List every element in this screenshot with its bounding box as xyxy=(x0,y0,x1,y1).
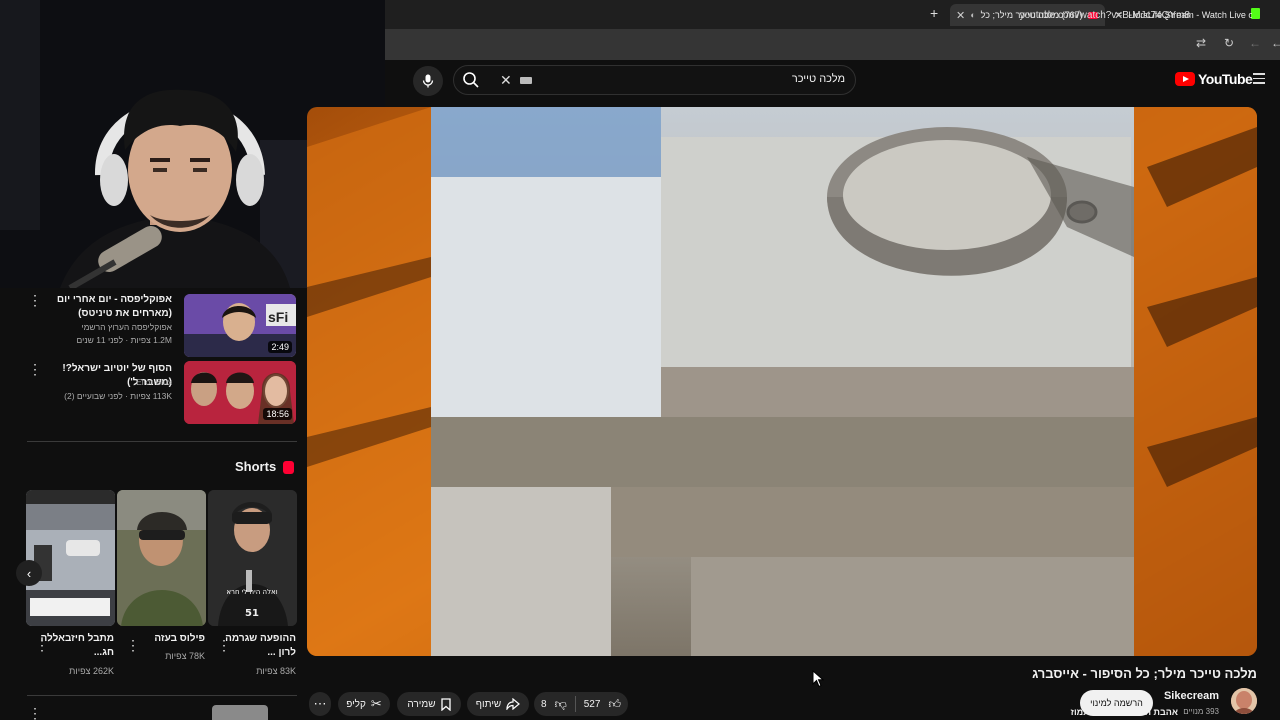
search-icon xyxy=(463,72,479,88)
like-icon[interactable]: 👍︎ xyxy=(608,697,621,712)
svg-text:51: 51 xyxy=(245,608,259,619)
video-thumbnail[interactable]: 18:56 xyxy=(184,361,296,424)
video-thumbnail[interactable] xyxy=(212,705,268,720)
search-button[interactable] xyxy=(462,71,480,94)
reload-icon[interactable]: ↻ xyxy=(1224,36,1234,50)
short-title[interactable]: ההופעה שגרמה לרון ... xyxy=(220,632,296,660)
short-views: 83K צפיות xyxy=(256,666,296,676)
search-input[interactable]: מלכה טייכר xyxy=(792,73,845,85)
share-label: שיתוף xyxy=(475,698,502,710)
screen: ✕ LiorsLife Stream - Watch Live o ✕ ◐ (7… xyxy=(0,0,1280,720)
back-icon[interactable]: ← xyxy=(1271,36,1280,50)
microphone-icon xyxy=(422,74,434,88)
url-field[interactable]: youtube.com/watch?v=B-MJc74QYm8 xyxy=(930,5,1190,26)
youtube-play-logo-icon xyxy=(1175,72,1195,86)
more-actions-icon[interactable]: ⋮ xyxy=(28,362,42,376)
channel-name[interactable]: אפוקליפסה הערוץ הרשמי xyxy=(22,321,172,334)
channel-subscriber-count: 393 מנויים xyxy=(1183,707,1219,716)
section-divider xyxy=(27,695,297,696)
short-thumbnail[interactable] xyxy=(26,490,115,626)
channel-avatar[interactable] xyxy=(1231,688,1257,714)
clip-label: קליפ xyxy=(346,698,366,710)
more-actions-button[interactable]: ⋯ xyxy=(309,692,331,716)
search-bar[interactable]: ✕ מלכה טייכר xyxy=(453,65,856,95)
keyboard-icon[interactable] xyxy=(520,77,532,84)
related-video-item[interactable]: 18:56 הסוף של יוטיוב ישראל?! (משבר ל') E… xyxy=(0,356,300,424)
channel-name[interactable]: Sikecream xyxy=(1164,690,1219,702)
like-count[interactable]: 527 xyxy=(584,699,601,710)
video-duration: 18:56 xyxy=(263,408,292,420)
more-actions-icon[interactable]: ⋮ xyxy=(28,293,42,307)
section-divider xyxy=(27,441,297,442)
video-player[interactable] xyxy=(307,107,1257,656)
video-title[interactable]: אפוקליפסה - יום אחרי יום (מארחים את טיני… xyxy=(32,293,172,321)
mouse-cursor-icon xyxy=(812,670,824,688)
related-video-item[interactable]: sFi 2:49 אפוקליפסה - יום אחרי יום (מארחי… xyxy=(0,289,300,357)
short-thumbnail[interactable] xyxy=(117,490,206,626)
video-stats: 1.2M צפיות · לפני 11 שנים xyxy=(76,335,172,345)
shorts-previous-button[interactable]: ‹ xyxy=(16,560,42,586)
short-thumbnail[interactable]: ואלה היה לי חרא 51 xyxy=(208,490,297,626)
short-views: 262K צפיות xyxy=(69,666,114,676)
save-button[interactable]: שמירה xyxy=(397,692,461,716)
share-button[interactable]: שיתוף xyxy=(467,692,529,716)
video-stats: 113K צפיות · לפני שבועיים (2) xyxy=(64,391,172,401)
more-actions-icon[interactable]: ⋮ xyxy=(28,706,42,720)
dislike-icon[interactable]: 👎︎ xyxy=(555,697,567,712)
more-actions-icon[interactable]: ⋮ xyxy=(126,638,140,652)
video-duration: 2:49 xyxy=(268,341,292,353)
clip-button[interactable]: קליפ ✂ xyxy=(338,692,390,716)
more-actions-icon[interactable]: ⋮ xyxy=(217,638,231,652)
short-image xyxy=(26,490,115,626)
bookmark-icon xyxy=(440,697,451,711)
channel-name[interactable]: Elior Blux xyxy=(22,376,172,389)
like-divider xyxy=(574,696,576,712)
shorts-logo-icon xyxy=(283,461,294,474)
share-icon xyxy=(506,698,521,710)
like-dislike-group: 8 👎︎ 527 👍︎ xyxy=(534,692,628,716)
kick-logo-icon xyxy=(1251,8,1260,19)
voice-search-button[interactable] xyxy=(413,66,443,96)
site-settings-icon[interactable]: ⇄ xyxy=(1196,36,1206,50)
short-views: 78K צפיות xyxy=(165,651,205,661)
forward-icon[interactable]: ← xyxy=(1249,36,1261,50)
clear-search-icon[interactable]: ✕ xyxy=(500,72,512,89)
video-thumbnail[interactable]: sFi 2:49 xyxy=(184,294,296,357)
svg-text:ואלה היה לי חרא: ואלה היה לי חרא xyxy=(226,588,277,596)
save-label: שמירה xyxy=(407,698,436,710)
more-actions-icon[interactable]: ⋮ xyxy=(35,638,49,652)
dislike-count[interactable]: 8 xyxy=(541,699,547,710)
avatar-image xyxy=(1231,688,1257,714)
short-title[interactable]: פילוס בעזה xyxy=(129,632,205,646)
short-image xyxy=(117,490,206,626)
youtube-logo[interactable]: YouTube xyxy=(1175,71,1253,87)
short-image: ואלה היה לי חרא 51 xyxy=(208,490,297,626)
video-frame-image xyxy=(307,107,1257,656)
menu-icon[interactable] xyxy=(1253,73,1265,87)
video-title: מלכה טייכר מילר; כל הסיפור - אייסברג xyxy=(1032,666,1257,681)
short-title[interactable]: מתבל חיזבאללה חג... xyxy=(38,632,114,660)
youtube-logo-text: YouTube xyxy=(1198,71,1253,87)
subscribe-button[interactable]: הרשמה למינוי xyxy=(1080,690,1153,716)
svg-text:sFi: sFi xyxy=(268,309,288,325)
shorts-section-title: Shorts xyxy=(235,459,277,474)
scissors-icon: ✂ xyxy=(370,696,382,711)
